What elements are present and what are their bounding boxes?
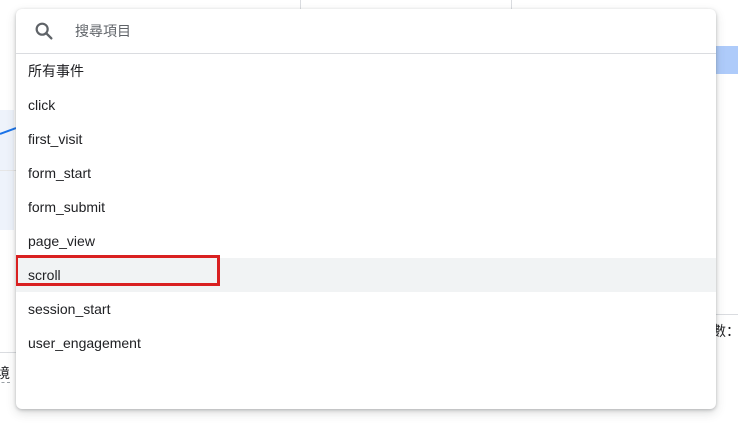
list-item-all-events[interactable]: 所有事件 [16, 54, 716, 88]
list-item-scroll[interactable]: scroll [16, 258, 716, 292]
search-input[interactable] [75, 20, 675, 42]
list-item-user-engagement[interactable]: user_engagement [16, 326, 716, 360]
search-icon [35, 22, 53, 40]
background-divider [716, 314, 738, 315]
page: 境 數： 所有事件 click first_visit form_start f… [0, 0, 738, 424]
list-item-page-view[interactable]: page_view [16, 224, 716, 258]
background-selected-bar [716, 46, 738, 74]
event-list: 所有事件 click first_visit form_start form_s… [16, 54, 716, 360]
background-left-label: 境 [0, 364, 10, 383]
list-item-session-start[interactable]: session_start [16, 292, 716, 326]
background-divider [0, 352, 16, 353]
event-dropdown-menu: 所有事件 click first_visit form_start form_s… [16, 9, 716, 409]
background-divider [0, 170, 16, 171]
list-item-first-visit[interactable]: first_visit [16, 122, 716, 156]
list-item-form-start[interactable]: form_start [16, 156, 716, 190]
background-chart-line [0, 127, 16, 135]
search-bar [16, 9, 716, 54]
list-item-click[interactable]: click [16, 88, 716, 122]
list-item-form-submit[interactable]: form_submit [16, 190, 716, 224]
